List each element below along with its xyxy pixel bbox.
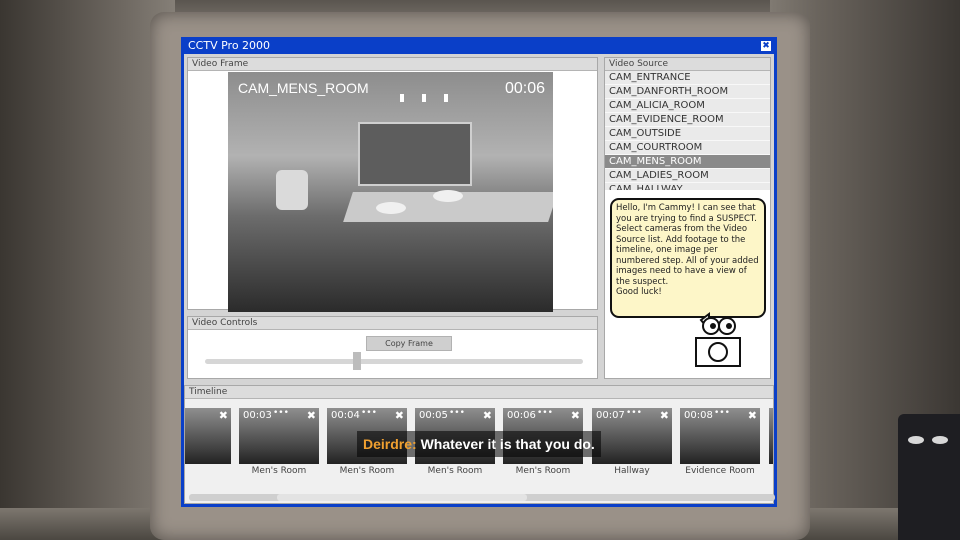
video-source-list: CAM_ENTRANCE CAM_DANFORTH_ROOM CAM_ALICIA_…: [605, 71, 770, 197]
source-item-cam-entrance[interactable]: CAM_ENTRANCE: [605, 71, 770, 85]
remove-icon[interactable]: ✖: [219, 409, 228, 422]
timeline-item[interactable]: ✖E: [769, 408, 773, 478]
scrub-slider-thumb[interactable]: [353, 352, 361, 370]
video-frame-panel: Video Frame CAM_MENS_ROOM 00:06: [187, 57, 598, 312]
device-port: [908, 436, 924, 444]
timeline-step-number: 00:08: [684, 410, 713, 421]
timeline-item-label: Men's Room: [339, 466, 395, 476]
window-title: CCTV Pro 2000: [188, 39, 271, 52]
timeline-step-number: 00:04: [331, 410, 360, 421]
scrub-slider-track[interactable]: [205, 359, 583, 364]
source-item-cam-alicia-room[interactable]: CAM_ALICIA_ROOM: [605, 99, 770, 113]
source-item-cam-ladies-room[interactable]: CAM_LADIES_ROOM: [605, 169, 770, 183]
dialogue-subtitle: Deirdre: Whatever it is that you do.: [357, 431, 601, 457]
timeline-dots-icon: •••: [537, 408, 553, 418]
source-item-cam-danforth-room[interactable]: CAM_DANFORTH_ROOM: [605, 85, 770, 99]
device-port: [932, 436, 948, 444]
feed-hand-dryer: [276, 170, 308, 210]
video-frame-header: Video Frame: [188, 58, 597, 71]
timeline-dots-icon: •••: [449, 408, 465, 418]
timeline-item[interactable]: ✖: [185, 408, 231, 478]
camera-feed: CAM_MENS_ROOM 00:06: [228, 72, 553, 312]
camera-mascot-icon: [695, 312, 741, 367]
close-icon[interactable]: ✖: [761, 41, 771, 51]
remove-icon[interactable]: ✖: [571, 409, 580, 422]
timeline-step-number: 00:05: [419, 410, 448, 421]
feed-light: [444, 94, 448, 102]
timeline-item-label: E: [769, 466, 773, 476]
timeline-item[interactable]: 00:08 ••• ✖ Evidence Room: [680, 408, 760, 478]
timeline-item[interactable]: 00:03 ••• ✖ Men's Room: [239, 408, 319, 478]
timeline-dots-icon: •••: [714, 408, 730, 418]
feed-light: [400, 94, 404, 102]
copy-frame-button[interactable]: Copy Frame: [366, 336, 452, 351]
timeline-item-label: Men's Room: [427, 466, 483, 476]
desk-device: [898, 414, 960, 540]
timeline-dots-icon: •••: [273, 408, 289, 418]
timeline-step-number: 00:07: [596, 410, 625, 421]
timeline-step-number: 00:03: [243, 410, 272, 421]
timeline-scroll-thumb[interactable]: [277, 494, 527, 501]
video-source-header: Video Source: [605, 58, 770, 71]
timeline-item-label: Hallway: [614, 466, 650, 476]
source-item-cam-outside[interactable]: CAM_OUTSIDE: [605, 127, 770, 141]
timeline-thumbnail[interactable]: [769, 408, 773, 464]
feed-mirror: [358, 122, 472, 186]
remove-icon[interactable]: ✖: [483, 409, 492, 422]
timeline-item[interactable]: 00:07 ••• ✖ Hallway: [592, 408, 672, 478]
camera-label: CAM_MENS_ROOM: [238, 80, 369, 96]
source-item-cam-mens-room[interactable]: CAM_MENS_ROOM: [605, 155, 770, 169]
window-titlebar[interactable]: CCTV Pro 2000 ✖: [183, 39, 775, 53]
timeline-item-label: Men's Room: [251, 466, 307, 476]
source-item-cam-courtroom[interactable]: CAM_COURTROOM: [605, 141, 770, 155]
remove-icon[interactable]: ✖: [660, 409, 669, 422]
remove-icon[interactable]: ✖: [395, 409, 404, 422]
remove-icon[interactable]: ✖: [307, 409, 316, 422]
video-source-panel: Video Source CAM_ENTRANCE CAM_DANFORTH_RO…: [604, 57, 771, 379]
assistant-speech-bubble: Hello, I'm Cammy! I can see that you are…: [610, 198, 766, 318]
subtitle-speaker: Deirdre:: [363, 436, 417, 452]
camera-timestamp: 00:06: [504, 80, 545, 97]
timeline-item-label: Men's Room: [515, 466, 571, 476]
timeline-dots-icon: •••: [626, 408, 642, 418]
feed-light: [422, 94, 426, 102]
video-controls-header: Video Controls: [188, 317, 597, 330]
timeline-step-number: 00:06: [507, 410, 536, 421]
timeline-item-label: Evidence Room: [685, 466, 755, 476]
timeline-scrollbar[interactable]: [189, 494, 775, 501]
subtitle-line: Whatever it is that you do.: [420, 436, 595, 452]
timeline-header: Timeline: [185, 386, 773, 399]
source-item-cam-evidence-room[interactable]: CAM_EVIDENCE_ROOM: [605, 113, 770, 127]
room-wall-left: [0, 0, 175, 540]
remove-icon[interactable]: ✖: [748, 409, 757, 422]
video-controls-panel: Video Controls Copy Frame: [187, 316, 598, 379]
assistant-area: Hello, I'm Cammy! I can see that you are…: [605, 190, 770, 378]
feed-sink: [376, 202, 406, 214]
feed-sink: [433, 190, 463, 202]
assistant-message: Hello, I'm Cammy! I can see that you are…: [616, 203, 759, 297]
timeline-dots-icon: •••: [361, 408, 377, 418]
